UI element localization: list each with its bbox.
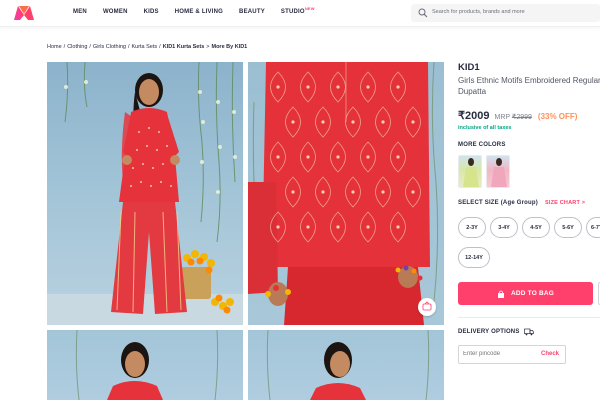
delivery-options-title: DELIVERY OPTIONS	[458, 328, 534, 336]
product-name: Girls Ethnic Motifs Embroidered Regular …	[458, 76, 600, 96]
selling-price: ₹2009	[458, 110, 490, 122]
size-chart-link[interactable]: SIZE CHART >	[545, 200, 585, 206]
color-swatch-pink[interactable]	[486, 155, 510, 188]
size-button-4-5y[interactable]: 4-5Y	[522, 217, 550, 238]
swatch-photo	[491, 158, 507, 187]
mrp: MRP ₹2999	[494, 113, 531, 121]
size-button-12-14y[interactable]: 12-14Y	[458, 247, 490, 268]
breadcrumb-kurta-sets[interactable]: Kurta Sets	[131, 44, 157, 50]
search-input[interactable]: Search for products, brands and more	[432, 9, 525, 15]
myntra-logo[interactable]	[13, 5, 35, 21]
search-icon	[418, 8, 428, 18]
top-header: MEN WOMEN KIDS HOME & LIVING BEAUTY STUD…	[0, 0, 600, 27]
swatch-photo	[463, 158, 479, 187]
pincode-input[interactable]	[463, 351, 533, 357]
product-photo-full	[47, 62, 243, 325]
product-photo-closeup	[248, 62, 439, 325]
more-colors-title: MORE COLORS	[458, 142, 506, 148]
price-row: ₹2009 MRP ₹2999 (33% OFF)	[458, 109, 577, 122]
tax-note: inclusive of all taxes	[458, 125, 512, 131]
breadcrumb: Home / Clothing / Girls Clothing / Kurta Se…	[47, 44, 247, 50]
size-button-3-4y[interactable]: 3-4Y	[490, 217, 518, 238]
mrp-value: ₹2999	[511, 114, 532, 121]
nav-beauty[interactable]: BEAUTY	[239, 9, 265, 15]
new-badge: NEW	[304, 6, 315, 11]
check-pincode-button[interactable]: Check	[541, 351, 559, 357]
add-to-bag-label: ADD TO BAG	[510, 290, 555, 297]
nav-home-living[interactable]: HOME & LIVING	[175, 9, 223, 15]
breadcrumb-separator: /	[89, 44, 91, 50]
product-image-4[interactable]	[248, 330, 444, 400]
main-nav: MEN WOMEN KIDS HOME & LIVING BEAUTY STUD…	[73, 6, 321, 15]
view-similar-icon	[422, 301, 432, 311]
view-similar-button[interactable]	[418, 298, 436, 316]
breadcrumb-separator: /	[159, 44, 161, 50]
product-photo-4	[266, 330, 430, 400]
product-photo-3	[75, 330, 219, 400]
product-image-3[interactable]	[47, 330, 243, 400]
color-swatch-green[interactable]	[458, 155, 482, 188]
divider	[458, 317, 600, 318]
nav-women[interactable]: WOMEN	[103, 9, 128, 15]
breadcrumb-clothing[interactable]: Clothing	[67, 44, 87, 50]
breadcrumb-separator: >	[206, 44, 210, 50]
add-to-bag-button[interactable]: ADD TO BAG	[458, 282, 593, 305]
breadcrumb-girls-clothing[interactable]: Girls Clothing	[93, 44, 126, 50]
product-image-1[interactable]	[47, 62, 243, 325]
breadcrumb-separator: /	[127, 44, 130, 50]
product-image-2[interactable]	[248, 62, 444, 325]
select-size-title: SELECT SIZE (Age Group)	[458, 200, 538, 206]
bag-icon	[497, 290, 504, 298]
product-brand[interactable]: KID1	[458, 62, 480, 73]
nav-kids[interactable]: KIDS	[144, 9, 159, 15]
discount-badge: (33% OFF)	[537, 112, 578, 121]
nav-studio[interactable]: STUDIO NEW	[280, 6, 315, 15]
truck-icon	[523, 328, 534, 336]
breadcrumb-more-by-brand[interactable]: More By KID1	[211, 44, 247, 50]
mrp-label: MRP	[494, 114, 510, 121]
delivery-options-label: DELIVERY OPTIONS	[458, 329, 520, 335]
nav-men[interactable]: MEN	[73, 9, 87, 15]
breadcrumb-home[interactable]: Home	[47, 44, 62, 50]
breadcrumb-separator: /	[63, 44, 66, 50]
size-button-5-6y[interactable]: 5-6Y	[554, 217, 582, 238]
size-button-6-7y[interactable]: 6-7Y	[586, 217, 600, 238]
size-button-2-3y[interactable]: 2-3Y	[458, 217, 486, 238]
pincode-box: Check	[458, 345, 566, 364]
nav-studio-label: STUDIO	[280, 9, 305, 15]
breadcrumb-brand-kurta-sets[interactable]: KID1 Kurta Sets	[163, 44, 205, 50]
search-bar[interactable]: Search for products, brands and more	[411, 4, 600, 22]
